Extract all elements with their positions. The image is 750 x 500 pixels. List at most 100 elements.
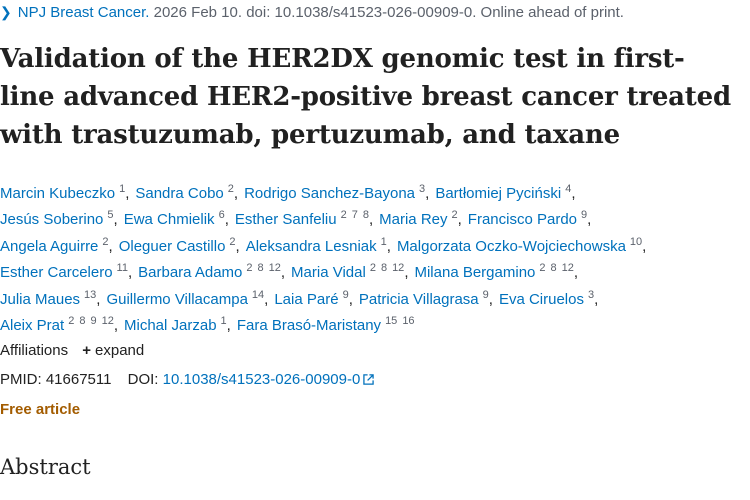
affiliation-ref[interactable]: 1: [221, 315, 227, 327]
affiliation-ref[interactable]: 12: [269, 262, 281, 274]
affiliation-ref[interactable]: 10: [630, 236, 642, 248]
author-item: Aleksandra Lesniak 1: [246, 236, 387, 255]
affiliation-ref[interactable]: 7: [352, 209, 358, 221]
pmid-value: 41667511: [45, 371, 112, 388]
author-name-link[interactable]: Ewa Chmielik: [124, 211, 215, 228]
pmid-label: PMID:: [0, 371, 42, 388]
author-item: Maria Rey 2: [379, 209, 458, 228]
author-separator: ,: [573, 264, 579, 282]
affiliation-numbers: 2: [452, 209, 458, 221]
affiliation-ref[interactable]: 9: [343, 289, 349, 301]
affiliation-ref[interactable]: 8: [551, 262, 557, 274]
affiliation-ref[interactable]: 9: [483, 289, 489, 301]
author-name-link[interactable]: Aleix Prat: [0, 317, 64, 334]
author-name-link[interactable]: Milana Bergamino: [414, 264, 535, 281]
affiliation-ref[interactable]: 2: [246, 262, 252, 274]
affiliation-numbers: 13: [84, 289, 96, 301]
author-item: Maria Vidal 2 8 12: [291, 262, 405, 281]
author-name-link[interactable]: Marcin Kubeczko: [0, 185, 115, 202]
identifiers-row: PMID: 41667511 DOI: 10.1038/s41523-026-0…: [0, 371, 375, 388]
author-separator: ,: [488, 290, 493, 308]
author-name-link[interactable]: Julia Maues: [0, 291, 80, 308]
affiliation-ref[interactable]: 12: [102, 315, 114, 327]
author-separator: ,: [127, 264, 133, 282]
author-line: Angela Aguirre 2, Oleguer Castillo 2, Aleksa…: [0, 229, 740, 255]
author-item: Francisco Pardo 9: [468, 209, 587, 228]
author-separator: ,: [226, 316, 231, 334]
affiliation-numbers: 11: [117, 262, 128, 274]
affiliation-ref[interactable]: 2: [341, 209, 347, 221]
affiliation-ref[interactable]: 2: [102, 236, 108, 248]
author-name-link[interactable]: Esther Sanfeliu: [235, 211, 337, 228]
author-name-link[interactable]: Fara Brasó-Maristany: [237, 317, 381, 334]
citation-details: 2026 Feb 10. doi: 10.1038/s41523-026-009…: [153, 4, 624, 21]
author-separator: ,: [264, 290, 269, 308]
affiliation-ref[interactable]: 8: [79, 315, 85, 327]
author-name-link[interactable]: Patricia Villagrasa: [359, 291, 479, 308]
author-name-link[interactable]: Eva Ciruelos: [499, 291, 584, 308]
author-line: Aleix Prat 2 8 9 12, Michal Jarzab 1, Fara Bras…: [0, 308, 740, 334]
author-name-link[interactable]: Aleksandra Lesniak: [246, 238, 377, 255]
author-name-link[interactable]: Bartłomiej Pyciński: [435, 185, 561, 202]
affiliation-numbers: 14: [252, 289, 264, 301]
author-name-link[interactable]: Barbara Adamo: [138, 264, 242, 281]
affiliation-ref[interactable]: 9: [90, 315, 96, 327]
author-name-link[interactable]: Jesús Soberino: [0, 211, 103, 228]
author-item: Bartłomiej Pyciński 4: [435, 183, 571, 202]
author-name-link[interactable]: Oleguer Castillo: [119, 238, 226, 255]
affiliation-ref[interactable]: 15: [385, 315, 397, 327]
affiliation-numbers: 278: [341, 209, 369, 221]
author-name-link[interactable]: Angela Aguirre: [0, 238, 98, 255]
author-name-link[interactable]: Guillermo Villacampa: [106, 291, 247, 308]
affiliation-numbers: 1: [381, 236, 387, 248]
author-name-link[interactable]: Francisco Pardo: [468, 211, 577, 228]
author-separator: ,: [571, 185, 576, 202]
author-name-link[interactable]: Sandra Cobo: [135, 185, 223, 202]
affiliation-ref[interactable]: 8: [381, 262, 387, 274]
affiliation-ref[interactable]: 2: [229, 236, 235, 248]
author-name-link[interactable]: Rodrigo Sanchez-Bayona: [244, 185, 415, 202]
author-separator: ,: [96, 290, 101, 308]
affiliation-ref[interactable]: 16: [402, 315, 414, 327]
author-name-link[interactable]: Laia Paré: [274, 291, 338, 308]
affiliation-ref[interactable]: 2: [370, 262, 376, 274]
author-separator: ,: [235, 237, 240, 255]
author-separator: ,: [642, 237, 647, 255]
author-separator: ,: [594, 290, 599, 308]
citation-line: ❯ NPJ Breast Cancer. 2026 Feb 10. doi: 10…: [0, 4, 624, 21]
affiliation-ref[interactable]: 11: [117, 262, 128, 274]
affiliation-ref[interactable]: 2: [452, 209, 458, 221]
author-line: Marcin Kubeczko 1, Sandra Cobo 2, Rodrigo Sa…: [0, 176, 740, 202]
affiliation-ref[interactable]: 8: [258, 262, 264, 274]
author-name-link[interactable]: Esther Carcelero: [0, 264, 113, 281]
affiliation-ref[interactable]: 2: [228, 183, 234, 195]
affiliation-ref[interactable]: 14: [252, 289, 264, 301]
affiliation-ref[interactable]: 2: [68, 315, 74, 327]
affiliation-ref[interactable]: 13: [84, 289, 96, 301]
affiliation-numbers: 2 8 12: [370, 262, 405, 274]
expand-affiliations-button[interactable]: + expand: [82, 342, 144, 359]
chevron-right-icon[interactable]: ❯: [0, 4, 12, 20]
author-separator: ,: [233, 185, 239, 202]
author-item: Laia Paré 9: [274, 289, 349, 308]
author-separator: ,: [280, 264, 286, 282]
affiliation-ref[interactable]: 12: [392, 262, 404, 274]
journal-link[interactable]: NPJ Breast Cancer.: [18, 4, 150, 21]
author-name-link[interactable]: Michal Jarzab: [124, 317, 217, 334]
affiliation-ref[interactable]: 1: [381, 236, 387, 248]
author-name-link[interactable]: Maria Vidal: [291, 264, 366, 281]
affiliation-ref[interactable]: 12: [562, 262, 574, 274]
author-name-link[interactable]: Malgorzata Oczko-Wojciechowska: [397, 238, 626, 255]
author-separator: ,: [113, 211, 118, 229]
author-item: Guillermo Villacampa 14: [106, 289, 264, 308]
doi-label: DOI:: [127, 371, 159, 388]
affiliation-ref[interactable]: 2: [539, 262, 545, 274]
affiliation-ref[interactable]: 6: [219, 209, 225, 221]
affiliation-ref[interactable]: 5: [107, 209, 113, 221]
author-separator: ,: [425, 185, 430, 202]
author-item: Malgorzata Oczko-Wojciechowska 10: [397, 236, 642, 255]
author-separator: ,: [404, 264, 409, 282]
author-name-link[interactable]: Maria Rey: [379, 211, 447, 228]
doi-link[interactable]: 10.1038/s41523-026-00909-0: [163, 371, 375, 388]
affiliation-numbers: 2: [228, 183, 234, 195]
